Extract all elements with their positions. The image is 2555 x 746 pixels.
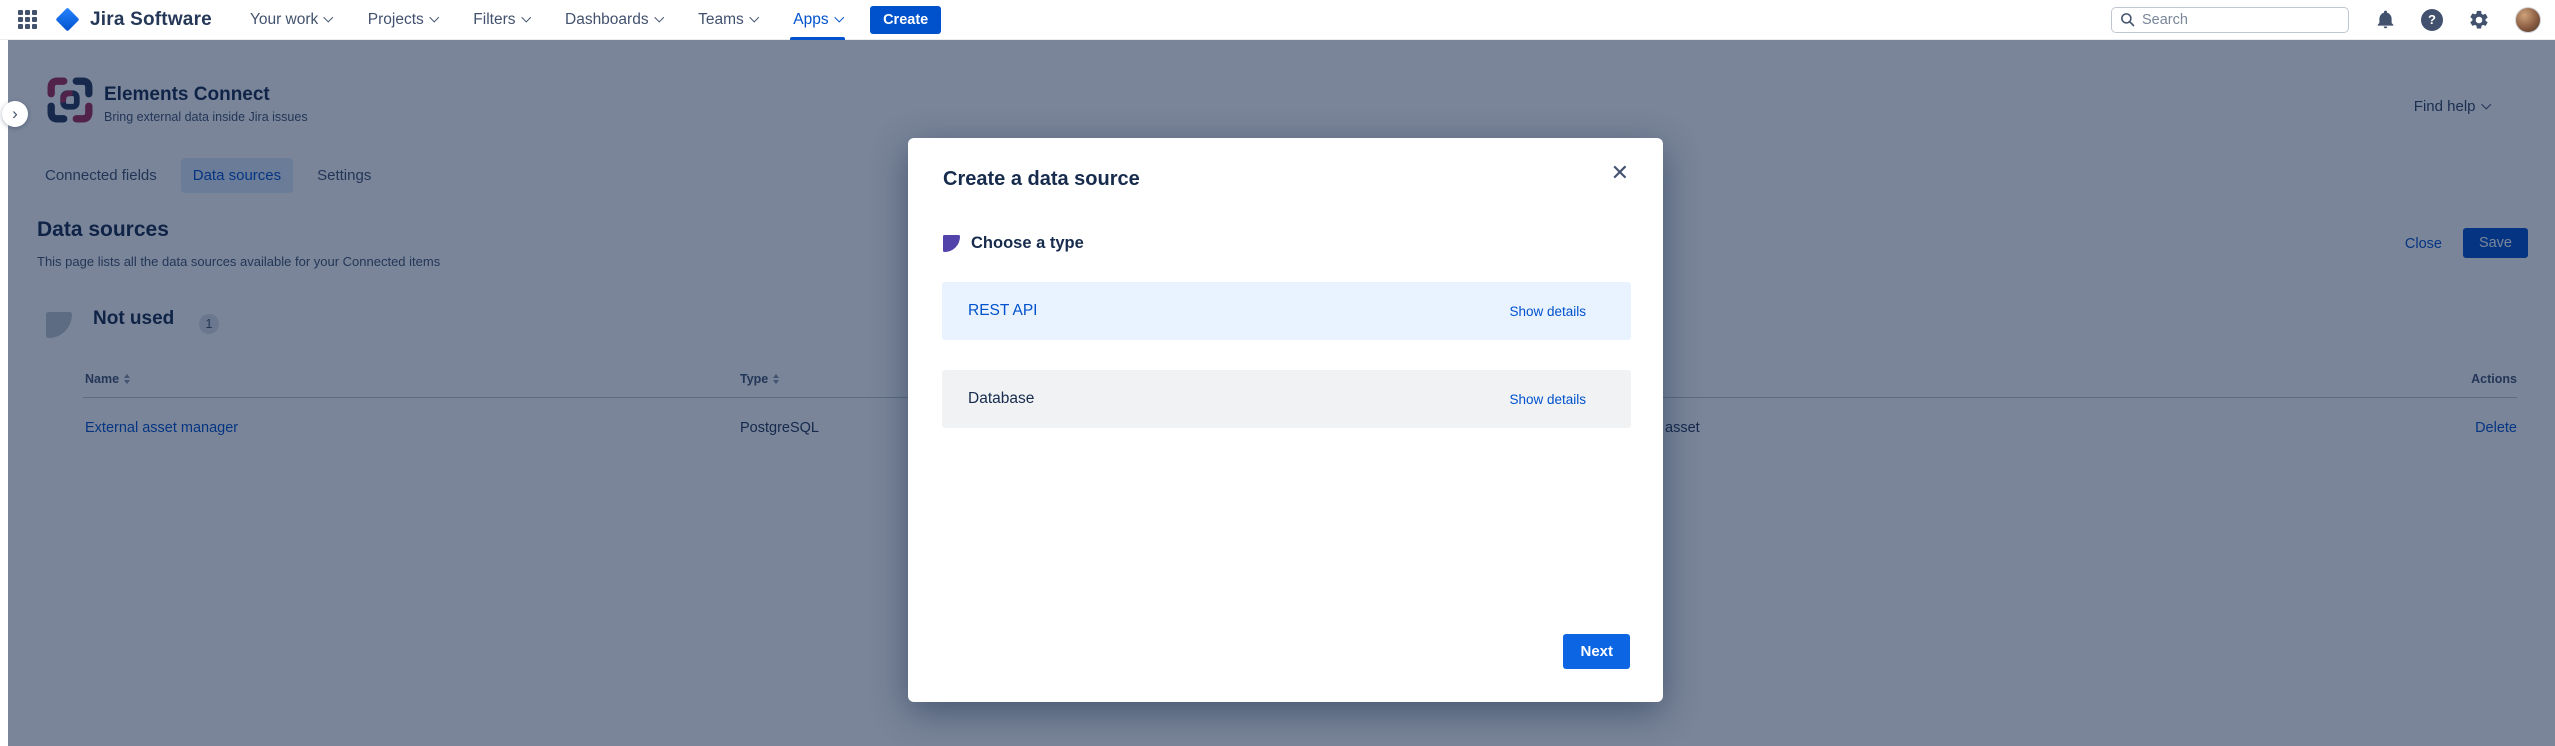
- chevron-down-icon: [521, 13, 530, 22]
- search-icon: [2120, 12, 2135, 27]
- search-input[interactable]: [2142, 12, 2340, 28]
- create-data-source-modal: Create a data source ✕ Choose a type RES…: [908, 138, 1663, 702]
- sidebar-expand-button[interactable]: ›: [2, 101, 28, 127]
- next-button[interactable]: Next: [1563, 634, 1630, 669]
- chevron-down-icon: [834, 13, 843, 22]
- jira-logo[interactable]: Jira Software: [55, 9, 212, 31]
- top-nav: Jira Software Your work Projects Filters…: [0, 0, 2555, 40]
- show-details-link[interactable]: Show details: [1509, 392, 1586, 407]
- top-nav-right: ?: [2111, 7, 2541, 33]
- type-options: REST API Show details Database Show deta…: [942, 282, 1631, 458]
- chevron-down-icon: [429, 13, 438, 22]
- notifications-bell-icon[interactable]: [2373, 8, 2397, 32]
- nav-item-filters[interactable]: Filters: [473, 0, 529, 40]
- product-name: Jira Software: [90, 9, 212, 31]
- nav-item-projects[interactable]: Projects: [368, 0, 438, 40]
- chevron-down-icon: [324, 13, 333, 22]
- chevron-down-icon: [654, 13, 663, 22]
- nav-item-apps[interactable]: Apps: [793, 0, 842, 40]
- app-switcher-icon[interactable]: [18, 10, 37, 29]
- primary-nav: Your work Projects Filters Dashboards Te…: [250, 0, 842, 40]
- modal-title: Create a data source: [943, 168, 1140, 191]
- help-icon[interactable]: ?: [2421, 9, 2443, 31]
- nav-item-teams[interactable]: Teams: [698, 0, 757, 40]
- close-icon[interactable]: ✕: [1611, 162, 1629, 184]
- show-details-link[interactable]: Show details: [1509, 304, 1586, 319]
- option-rest-api[interactable]: REST API Show details: [942, 282, 1631, 340]
- sidebar-rail: [0, 40, 8, 746]
- settings-gear-icon[interactable]: [2467, 8, 2491, 32]
- user-avatar[interactable]: [2515, 7, 2541, 33]
- nav-item-dashboards[interactable]: Dashboards: [565, 0, 662, 40]
- choose-type-step: Choose a type: [943, 234, 1084, 253]
- chevron-down-icon: [749, 13, 758, 22]
- create-button[interactable]: Create: [870, 6, 941, 34]
- jira-diamond-icon: [55, 7, 79, 31]
- step-label: Choose a type: [971, 234, 1084, 253]
- step-bullet-icon: [943, 235, 960, 252]
- search-box[interactable]: [2111, 7, 2349, 33]
- option-database[interactable]: Database Show details: [942, 370, 1631, 428]
- screen: Jira Software Your work Projects Filters…: [0, 0, 2555, 746]
- nav-item-your-work[interactable]: Your work: [250, 0, 332, 40]
